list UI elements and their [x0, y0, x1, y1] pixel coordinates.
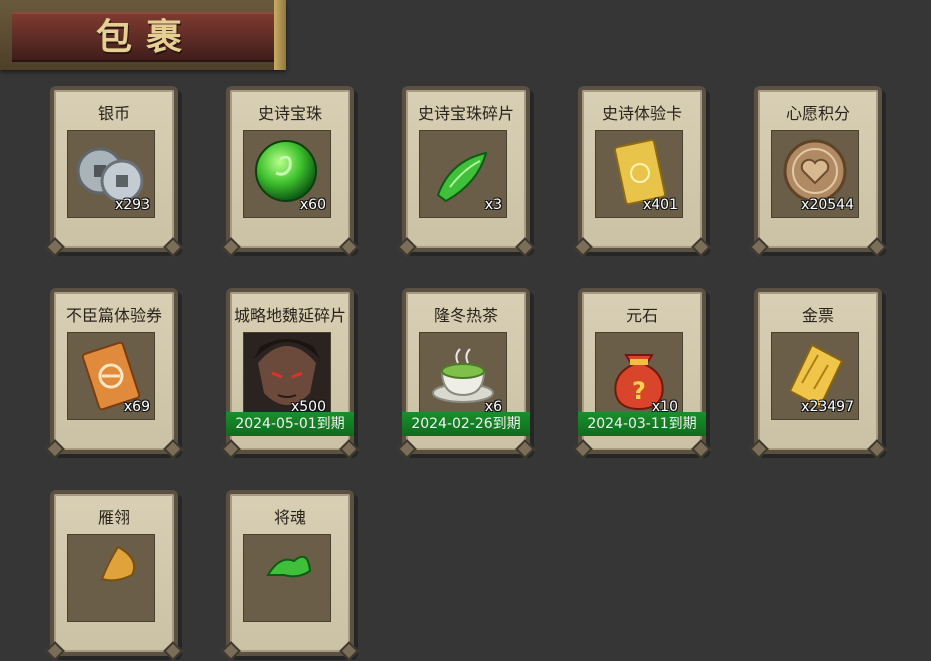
item-card-silver-coin[interactable]: 银币 x293 [50, 86, 178, 252]
svg-text:?: ? [632, 377, 646, 405]
item-slot: x20544 [771, 130, 859, 218]
item-name: 不臣篇体验券 [65, 306, 162, 325]
item-card-wish-points[interactable]: 心愿积分 x20544 [754, 86, 882, 252]
item-name: 银币 [97, 104, 130, 123]
item-card-yanling[interactable]: 雁翎 [50, 490, 178, 656]
item-slot: x401 [595, 130, 683, 218]
item-slot: x293 [67, 130, 155, 218]
expiry-banner: 2024-02-26到期 [402, 412, 530, 436]
item-name: 雁翎 [97, 508, 130, 527]
green-soul-icon [266, 555, 312, 578]
item-card-general-soul[interactable]: 将魂 [226, 490, 354, 656]
item-card-trial-voucher[interactable]: 不臣篇体验券 x69 [50, 288, 178, 454]
item-quantity: x69 [123, 399, 150, 415]
item-slot: x6 [419, 332, 507, 420]
item-card-gold-ticket[interactable]: 金票 x23497 [754, 288, 882, 454]
item-card-epic-orb-shard[interactable]: 史诗宝珠碎片 x3 [402, 86, 530, 252]
item-quantity: x60 [299, 197, 326, 213]
item-name: 史诗宝珠 [257, 104, 322, 123]
item-card-weiyan-shard[interactable]: 城略地魏延碎片 x500 2024-05-01到期 [226, 288, 354, 454]
inventory-title-banner: 包裹 [0, 0, 286, 70]
item-quantity: x23497 [801, 399, 854, 415]
item-quantity: x293 [114, 197, 150, 213]
item-slot: x60 [243, 130, 331, 218]
item-slot: x500 [243, 332, 331, 420]
item-card-yuanshi[interactable]: 元石 ? x10 2024-03-11到期 [578, 288, 706, 454]
item-card-winter-tea[interactable]: 隆冬热茶 x6 2024-02-26到期 [402, 288, 530, 454]
item-quantity: x401 [642, 197, 678, 213]
item-slot [243, 534, 331, 622]
item-quantity: x3 [484, 197, 502, 213]
item-slot: x23497 [771, 332, 859, 420]
item-slot: ? x10 [595, 332, 683, 420]
item-card-epic-orb[interactable]: 史诗宝珠 x60 [226, 86, 354, 252]
item-name: 史诗宝珠碎片 [417, 104, 514, 123]
item-slot: x69 [67, 332, 155, 420]
item-name: 金票 [801, 306, 834, 325]
item-slot: x3 [419, 130, 507, 218]
item-name: 隆冬热茶 [433, 306, 498, 325]
expiry-banner: 2024-03-11到期 [578, 412, 706, 436]
item-name: 心愿积分 [785, 104, 850, 123]
expiry-banner: 2024-05-01到期 [226, 412, 354, 436]
title-banner-edge [274, 0, 286, 70]
item-name: 将魂 [273, 508, 306, 527]
feather-icon [100, 545, 136, 582]
item-name: 元石 [625, 306, 658, 325]
item-quantity: x20544 [801, 197, 854, 213]
item-name: 史诗体验卡 [601, 104, 682, 123]
page-title: 包裹 [96, 16, 197, 58]
item-card-epic-trial-card[interactable]: 史诗体验卡 x401 [578, 86, 706, 252]
item-slot [67, 534, 155, 622]
item-name: 城略地魏延碎片 [233, 306, 346, 325]
